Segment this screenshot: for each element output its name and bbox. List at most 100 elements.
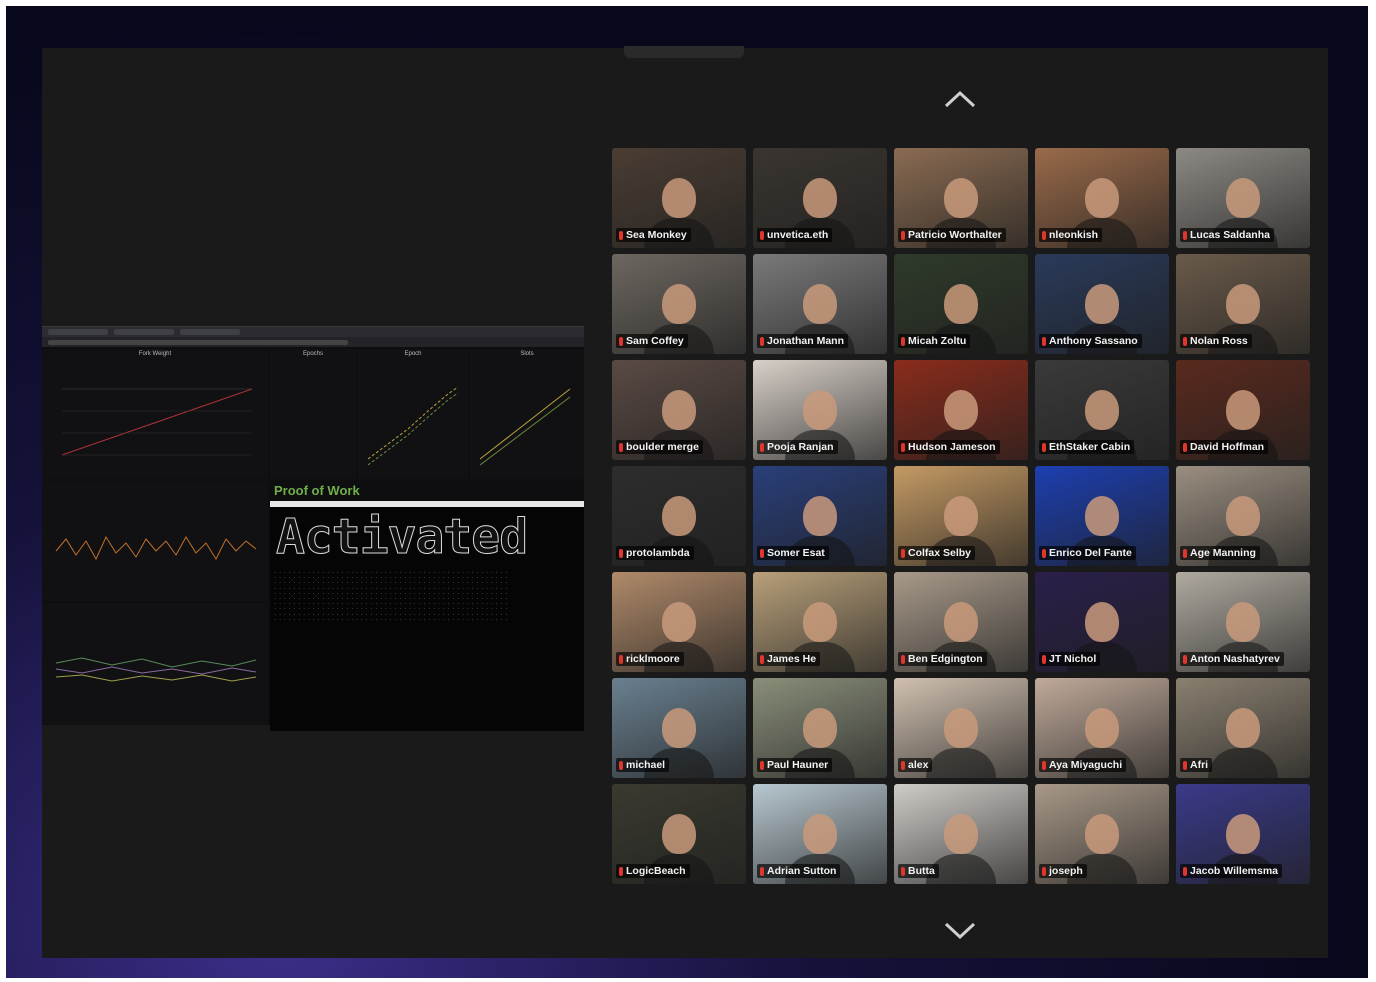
mic-muted-icon xyxy=(760,760,764,770)
participant-tile[interactable]: joseph xyxy=(1035,784,1169,884)
participant-tile[interactable]: James He xyxy=(753,572,887,672)
participant-video xyxy=(1085,708,1119,748)
participant-name-tag: Jonathan Mann xyxy=(757,334,849,348)
participant-video xyxy=(803,178,837,218)
participant-name-tag: Age Manning xyxy=(1180,546,1260,560)
participant-body xyxy=(926,748,996,778)
chevron-down-icon[interactable] xyxy=(940,920,980,944)
epoch-panel: Epoch xyxy=(358,349,468,479)
mic-muted-icon xyxy=(1042,230,1046,240)
participant-video xyxy=(1085,178,1119,218)
participant-tile[interactable]: nleonkish xyxy=(1035,148,1169,248)
participant-video xyxy=(944,178,978,218)
participant-tile[interactable]: Adrian Sutton xyxy=(753,784,887,884)
participant-tile[interactable]: Nolan Ross xyxy=(1176,254,1310,354)
participant-name: alex xyxy=(908,759,929,771)
participant-tile[interactable]: protolambda xyxy=(612,466,746,566)
terminal-window[interactable]: Activated . . . . . . . . . . . . . . . … xyxy=(270,501,584,731)
mic-muted-icon xyxy=(619,654,623,664)
mic-muted-icon xyxy=(1183,442,1187,452)
participant-tile[interactable]: Butta xyxy=(894,784,1028,884)
participant-name: Aya Miyaguchi xyxy=(1049,759,1123,771)
participant-tile[interactable]: Pooja Ranjan xyxy=(753,360,887,460)
mic-muted-icon xyxy=(760,654,764,664)
mic-muted-icon xyxy=(760,866,764,876)
browser-tab[interactable] xyxy=(48,329,108,335)
participant-name-tag: nleonkish xyxy=(1039,228,1103,242)
participant-name: protolambda xyxy=(626,547,690,559)
participant-name: michael xyxy=(626,759,666,771)
window-top-handle[interactable] xyxy=(624,46,744,58)
mic-muted-icon xyxy=(1042,760,1046,770)
browser-tab[interactable] xyxy=(180,329,240,335)
participant-name: nleonkish xyxy=(1049,229,1099,241)
browser-tab[interactable] xyxy=(114,329,174,335)
participant-tile[interactable]: LogicBeach xyxy=(612,784,746,884)
participant-tile[interactable]: Somer Esat xyxy=(753,466,887,566)
fork-weight-chart xyxy=(61,388,253,456)
participant-name: unvetica.eth xyxy=(767,229,829,241)
participant-name-tag: Anton Nashatyrev xyxy=(1180,652,1284,666)
participant-tile[interactable]: Anthony Sassano xyxy=(1035,254,1169,354)
participant-name: David Hoffman xyxy=(1190,441,1265,453)
participant-tile[interactable]: Micah Zoltu xyxy=(894,254,1028,354)
epoch-chart xyxy=(367,386,459,466)
shared-screen: Fork Weight Epochs Proof of Work Epoch S… xyxy=(42,326,584,731)
participant-tile[interactable]: boulder merge xyxy=(612,360,746,460)
participant-tile[interactable]: unvetica.eth xyxy=(753,148,887,248)
participant-tile[interactable]: David Hoffman xyxy=(1176,360,1310,460)
participant-name: Anton Nashatyrev xyxy=(1190,653,1280,665)
mic-muted-icon xyxy=(901,760,905,770)
participant-tile[interactable]: Enrico Del Fante xyxy=(1035,466,1169,566)
screen-frame: Fork Weight Epochs Proof of Work Epoch S… xyxy=(6,6,1368,978)
mic-muted-icon xyxy=(760,336,764,346)
proof-of-work-label: Proof of Work xyxy=(274,483,360,498)
mic-muted-icon xyxy=(619,442,623,452)
participant-video xyxy=(662,390,696,430)
mic-muted-icon xyxy=(901,442,905,452)
participant-name-tag: unvetica.eth xyxy=(757,228,833,242)
participant-tile[interactable]: Colfax Selby xyxy=(894,466,1028,566)
participant-tile[interactable]: JT Nichol xyxy=(1035,572,1169,672)
participant-tile[interactable]: Paul Hauner xyxy=(753,678,887,778)
participant-tile[interactable]: ricklmoore xyxy=(612,572,746,672)
participant-tile[interactable]: Sea Monkey xyxy=(612,148,746,248)
participant-tile[interactable]: Anton Nashatyrev xyxy=(1176,572,1310,672)
participant-video xyxy=(662,602,696,642)
participant-tile[interactable]: Patricio Worthalter xyxy=(894,148,1028,248)
participant-video xyxy=(803,496,837,536)
mic-muted-icon xyxy=(1042,336,1046,346)
participant-tile[interactable]: alex xyxy=(894,678,1028,778)
zoom-window: Fork Weight Epochs Proof of Work Epoch S… xyxy=(42,46,1328,958)
participant-name-tag: Micah Zoltu xyxy=(898,334,971,348)
participant-tile[interactable]: Jacob Willemsma xyxy=(1176,784,1310,884)
participant-tile[interactable]: Age Manning xyxy=(1176,466,1310,566)
mic-muted-icon xyxy=(760,548,764,558)
participant-name: Afri xyxy=(1190,759,1209,771)
participant-name-tag: Lucas Saldanha xyxy=(1180,228,1274,242)
participant-body xyxy=(1208,748,1278,778)
participant-tile[interactable]: Afri xyxy=(1176,678,1310,778)
browser-url-bar[interactable] xyxy=(42,337,584,347)
participant-tile[interactable]: michael xyxy=(612,678,746,778)
participant-tile[interactable]: Sam Coffey xyxy=(612,254,746,354)
participant-name: Micah Zoltu xyxy=(908,335,967,347)
participant-name: Anthony Sassano xyxy=(1049,335,1138,347)
participant-tile[interactable]: Aya Miyaguchi xyxy=(1035,678,1169,778)
participant-tile[interactable]: EthStaker Cabin xyxy=(1035,360,1169,460)
participant-name: Butta xyxy=(908,865,935,877)
participant-name: Hudson Jameson xyxy=(908,441,996,453)
participant-name-tag: Nolan Ross xyxy=(1180,334,1252,348)
chevron-up-icon[interactable] xyxy=(940,88,980,112)
participant-tile[interactable]: Hudson Jameson xyxy=(894,360,1028,460)
mic-muted-icon xyxy=(901,230,905,240)
participant-name: Adrian Sutton xyxy=(767,865,837,877)
slots-chart xyxy=(479,388,571,466)
participant-video xyxy=(803,814,837,854)
participant-name-tag: Hudson Jameson xyxy=(898,440,1000,454)
participant-tile[interactable]: Jonathan Mann xyxy=(753,254,887,354)
mic-muted-icon xyxy=(1183,866,1187,876)
participant-tile[interactable]: Lucas Saldanha xyxy=(1176,148,1310,248)
participant-name-tag: Butta xyxy=(898,864,939,878)
participant-tile[interactable]: Ben Edgington xyxy=(894,572,1028,672)
